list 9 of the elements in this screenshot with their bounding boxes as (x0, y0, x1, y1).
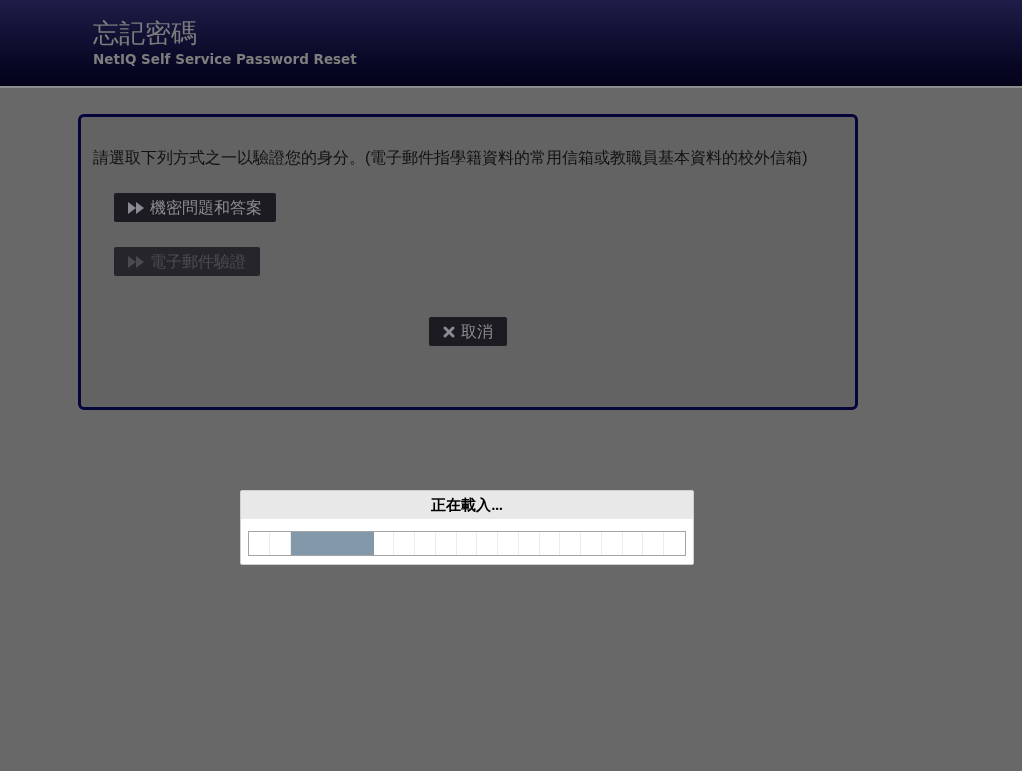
fast-forward-icon (128, 255, 144, 268)
dialog-title: 正在載入... (431, 495, 503, 515)
fast-forward-icon (128, 201, 144, 214)
method-button[interactable]: 機密問題和答案 (114, 193, 276, 222)
close-icon (443, 325, 455, 338)
instruction-text: 請選取下列方式之一以驗證您的身分。(電子郵件指學籍資料的常用信箱或教職員基本資料的校外信箱) (93, 148, 808, 168)
page-title: 忘記密碼 (93, 17, 197, 49)
page-subtitle: NetIQ Self Service Password Reset (93, 50, 357, 69)
cancel-button[interactable]: 取消 (429, 317, 507, 346)
